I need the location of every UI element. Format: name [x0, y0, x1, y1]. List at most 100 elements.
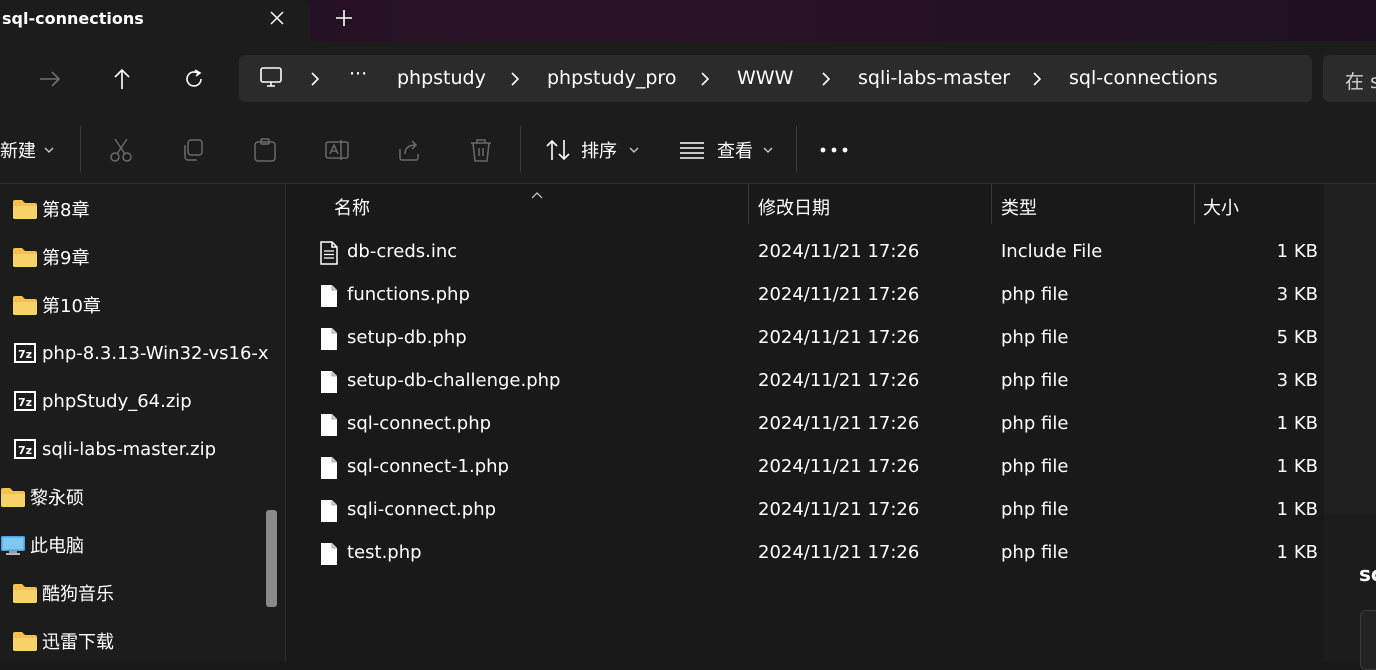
file-type: php file: [1001, 499, 1069, 520]
view-button-label: 查看: [717, 141, 753, 162]
file-type: php file: [1001, 456, 1069, 477]
file-row[interactable]: sql-connect.php 2024/11/21 17:26 php fil…: [313, 404, 1324, 447]
sidebar-item-user-folder[interactable]: 黎永硕: [0, 475, 262, 519]
sidebar-item-label: php-8.3.13-Win32-vs16-x: [42, 342, 269, 364]
sidebar-item-chapter-10[interactable]: 第10章: [12, 283, 274, 327]
zip-7z-icon: 7z: [12, 390, 38, 412]
file-row[interactable]: setup-db-challenge.php 2024/11/21 17:26 …: [313, 361, 1324, 404]
breadcrumb-item-phpstudy[interactable]: phpstudy: [397, 67, 486, 89]
computer-icon: [0, 534, 26, 556]
chevron-right-icon[interactable]: [819, 69, 833, 89]
details-pane: sc: [1324, 184, 1376, 670]
sidebar-scrollbar[interactable]: [266, 510, 277, 607]
column-divider[interactable]: [991, 184, 992, 224]
cut-button[interactable]: [108, 132, 134, 168]
file-name: setup-db-challenge.php: [347, 370, 561, 391]
folder-icon: [12, 294, 38, 316]
sidebar-item-thunder-downloads[interactable]: 迅雷下载: [12, 619, 274, 662]
breadcrumb-item-phpstudy-pro[interactable]: phpstudy_pro: [547, 67, 676, 89]
sidebar-item-sqli-labs-zip[interactable]: 7z sqli-labs-master.zip: [12, 427, 274, 471]
divider: [520, 126, 521, 172]
column-header-name[interactable]: 名称: [334, 194, 370, 220]
sidebar-item-label: 黎永硕: [30, 488, 84, 509]
file-type: php file: [1001, 413, 1069, 434]
column-header-type[interactable]: 类型: [1001, 194, 1037, 220]
file-date: 2024/11/21 17:26: [758, 327, 920, 348]
sidebar-item-php-zip[interactable]: 7z php-8.3.13-Win32-vs16-x: [12, 331, 274, 375]
sidebar-item-label: sqli-labs-master.zip: [42, 438, 217, 460]
tab-active[interactable]: sql-connections: [0, 0, 310, 41]
sidebar-item-phpstudy-zip[interactable]: 7z phpStudy_64.zip: [12, 379, 274, 423]
search-placeholder: 在 s: [1345, 71, 1376, 93]
share-icon: [396, 137, 422, 163]
file-date: 2024/11/21 17:26: [758, 284, 920, 305]
more-icon: [820, 147, 848, 153]
rename-button[interactable]: [324, 132, 350, 168]
breadcrumb-item-sqli-labs-master[interactable]: sqli-labs-master: [858, 67, 1010, 89]
new-button[interactable]: 新建: [0, 132, 54, 168]
chevron-right-icon[interactable]: [1030, 69, 1044, 89]
breadcrumb-item-www[interactable]: WWW: [737, 67, 793, 89]
delete-button[interactable]: [468, 132, 494, 168]
paste-button[interactable]: [252, 132, 278, 168]
column-divider[interactable]: [1194, 184, 1195, 224]
sidebar-item-this-pc[interactable]: 此电脑: [0, 523, 262, 567]
arrow-up-icon[interactable]: [104, 61, 140, 97]
chevron-right-icon[interactable]: [308, 69, 322, 89]
search-input[interactable]: 在 s: [1323, 55, 1376, 102]
details-pane-title: sc: [1359, 562, 1376, 586]
file-size: 5 KB: [1276, 327, 1318, 348]
file-row[interactable]: setup-db.php 2024/11/21 17:26 php file 5…: [313, 318, 1324, 361]
sort-button[interactable]: 排序: [545, 132, 639, 168]
file-row[interactable]: test.php 2024/11/21 17:26 php file 1 KB: [313, 533, 1324, 576]
view-button[interactable]: 查看: [679, 132, 773, 168]
sidebar-item-label: 第9章: [42, 248, 90, 269]
sort-button-label: 排序: [581, 141, 617, 162]
chevron-right-icon[interactable]: [698, 69, 712, 89]
address-bar[interactable]: ··· phpstudy phpstudy_pro WWW sqli-labs-…: [239, 55, 1312, 102]
sidebar-item-chapter-8[interactable]: 第8章: [12, 187, 274, 231]
folder-icon: [12, 630, 38, 652]
navigation-pane: 第8章 第9章 第10章 7z php-8.3.13-Win32-vs16-x …: [0, 184, 286, 662]
divider: [80, 126, 81, 172]
close-icon[interactable]: [262, 4, 292, 32]
column-header-size[interactable]: 大小: [1203, 194, 1239, 220]
text-file-icon: [319, 241, 339, 269]
folder-icon: [12, 198, 38, 220]
list-view-icon: [679, 141, 705, 159]
file-row[interactable]: db-creds.inc 2024/11/21 17:26 Include Fi…: [313, 232, 1324, 275]
arrow-forward-icon[interactable]: [32, 61, 68, 97]
sidebar-item-chapter-9[interactable]: 第9章: [12, 235, 274, 279]
new-button-label: 新建: [0, 141, 36, 162]
plus-icon[interactable]: [330, 4, 358, 32]
file-date: 2024/11/21 17:26: [758, 456, 920, 477]
column-header-row: 名称 修改日期 类型 大小: [287, 184, 1324, 226]
file-row[interactable]: sql-connect-1.php 2024/11/21 17:26 php f…: [313, 447, 1324, 490]
file-icon: [319, 370, 339, 398]
column-header-date[interactable]: 修改日期: [758, 194, 830, 220]
copy-icon: [180, 137, 206, 163]
copy-button[interactable]: [180, 132, 206, 168]
file-name: sqli-connect.php: [347, 499, 497, 520]
trash-icon: [468, 137, 494, 163]
breadcrumb-item-sql-connections[interactable]: sql-connections: [1069, 67, 1218, 89]
navigation-bar: ··· phpstudy phpstudy_pro WWW sqli-labs-…: [0, 41, 1376, 114]
details-pane-card: [1360, 610, 1376, 670]
column-divider[interactable]: [748, 184, 749, 224]
file-date: 2024/11/21 17:26: [758, 241, 920, 262]
rename-icon: [324, 137, 350, 163]
file-row[interactable]: functions.php 2024/11/21 17:26 php file …: [313, 275, 1324, 318]
monitor-icon[interactable]: [259, 65, 283, 93]
breadcrumb-overflow[interactable]: ···: [349, 63, 367, 85]
refresh-icon[interactable]: [176, 61, 212, 97]
file-size: 3 KB: [1276, 284, 1318, 305]
clipboard-icon: [252, 137, 278, 163]
sidebar-item-kugou-music[interactable]: 酷狗音乐: [12, 571, 274, 615]
file-type: php file: [1001, 542, 1069, 563]
chevron-right-icon[interactable]: [508, 69, 522, 89]
file-size: 1 KB: [1276, 499, 1318, 520]
file-row[interactable]: sqli-connect.php 2024/11/21 17:26 php fi…: [313, 490, 1324, 533]
sort-icon: [545, 138, 571, 162]
more-options-button[interactable]: [820, 132, 848, 168]
share-button[interactable]: [396, 132, 422, 168]
